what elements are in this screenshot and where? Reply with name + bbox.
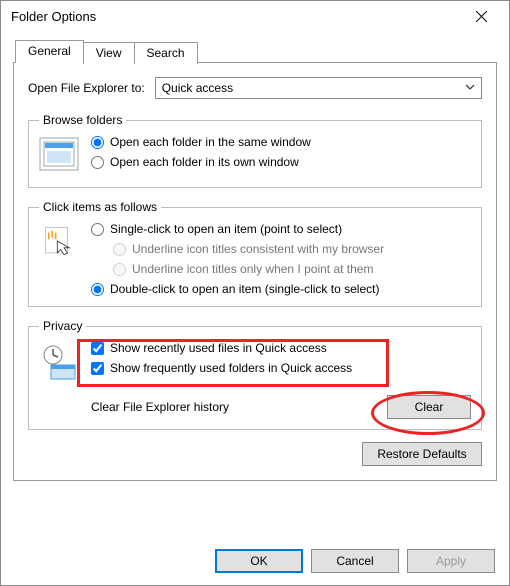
cancel-button[interactable]: Cancel [311,549,399,573]
clear-history-label: Clear File Explorer history [91,400,229,414]
clear-history-row: Clear File Explorer history Clear [39,395,471,419]
group-browse-folders: Browse folders Open each folde [28,113,482,188]
checkbox-recent-files[interactable]: Show recently used files in Quick access [91,341,471,355]
radio-open-own-input[interactable] [91,156,104,169]
titlebar: Folder Options [1,1,509,31]
radio-double-click-input[interactable] [91,283,104,296]
client-area: General View Search Open File Explorer t… [1,31,509,539]
group-click-legend: Click items as follows [39,200,161,214]
radio-open-own-window[interactable]: Open each folder in its own window [91,155,471,169]
radio-open-own-label: Open each folder in its own window [110,155,299,169]
radio-open-same-window[interactable]: Open each folder in the same window [91,135,471,149]
checkbox-frequent-folders[interactable]: Show frequently used folders in Quick ac… [91,361,471,375]
open-explorer-value: Quick access [162,81,233,95]
radio-underline-browser-input [113,243,126,256]
radio-double-click-label: Double-click to open an item (single-cli… [110,282,379,296]
apply-button: Apply [407,549,495,573]
checkbox-recent-files-label: Show recently used files in Quick access [110,341,327,355]
privacy-icon [39,343,79,383]
group-browse-legend: Browse folders [39,113,126,127]
radio-single-click[interactable]: Single-click to open an item (point to s… [91,222,471,236]
group-privacy-legend: Privacy [39,319,86,333]
tab-view[interactable]: View [83,42,135,64]
radio-underline-browser: Underline icon titles consistent with my… [113,242,471,256]
click-icon [39,224,79,264]
tab-panel-general: Open File Explorer to: Quick access Brow… [13,62,497,481]
radio-single-click-label: Single-click to open an item (point to s… [110,222,342,236]
radio-underline-hover-input [113,263,126,276]
tab-search[interactable]: Search [134,42,198,64]
radio-open-same-label: Open each folder in the same window [110,135,311,149]
open-explorer-combo[interactable]: Quick access [155,77,482,99]
radio-underline-hover: Underline icon titles only when I point … [113,262,471,276]
chevron-down-icon [465,81,475,95]
tab-strip: General View Search [15,39,497,62]
checkbox-frequent-folders-label: Show frequently used folders in Quick ac… [110,361,352,375]
close-icon [476,11,487,22]
open-explorer-label: Open File Explorer to: [28,81,145,95]
radio-underline-hover-label: Underline icon titles only when I point … [132,262,373,276]
restore-defaults-button[interactable]: Restore Defaults [362,442,482,466]
group-privacy: Privacy Show re [28,319,482,430]
radio-double-click[interactable]: Double-click to open an item (single-cli… [91,282,471,296]
radio-single-click-input[interactable] [91,223,104,236]
group-click-items: Click items as follows [28,200,482,307]
browse-icon [39,137,79,177]
checkbox-frequent-folders-input[interactable] [91,362,104,375]
close-button[interactable] [461,2,501,30]
ok-button[interactable]: OK [215,549,303,573]
tab-general[interactable]: General [15,40,84,63]
clear-button[interactable]: Clear [387,395,471,419]
open-explorer-row: Open File Explorer to: Quick access [28,77,482,99]
folder-options-dialog: Folder Options General View Search Open … [0,0,510,586]
radio-open-same-input[interactable] [91,136,104,149]
checkbox-recent-files-input[interactable] [91,342,104,355]
restore-row: Restore Defaults [28,442,482,466]
window-title: Folder Options [11,9,461,24]
dialog-footer: OK Cancel Apply [1,539,509,585]
radio-underline-browser-label: Underline icon titles consistent with my… [132,242,384,256]
